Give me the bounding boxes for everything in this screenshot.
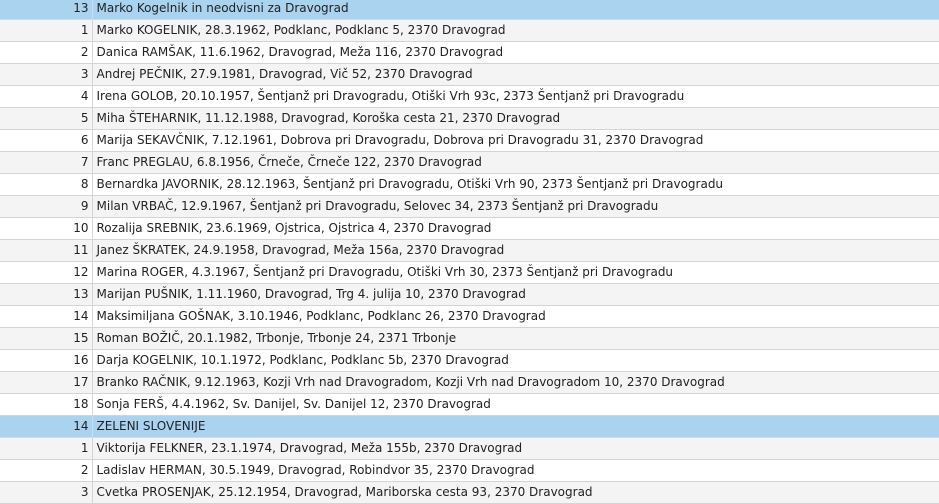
candidate-number: 1 <box>0 437 93 460</box>
table-row: 5 Miha ŠTEHARNIK, 11.12.1988, Dravograd, … <box>0 107 939 130</box>
candidate-details: Milan VRBAČ, 12.9.1967, Šentjanž pri Dra… <box>92 195 939 218</box>
candidate-details: Danica RAMŠAK, 11.6.1962, Dravograd, Mež… <box>92 41 939 64</box>
list-number: 13 <box>0 0 93 20</box>
table-row: 3 Andrej PEČNIK, 27.9.1981, Dravograd, Vi… <box>0 63 939 86</box>
candidate-number: 17 <box>0 371 93 394</box>
table-row: 7 Franc PREGLAU, 6.8.1956, Črneče, Črneče… <box>0 151 939 174</box>
candidate-details: Marija SEKAVČNIK, 7.12.1961, Dobrova pri… <box>92 129 939 152</box>
table-row: 18 Sonja FERŠ, 4.4.1962, Sv. Danijel, Sv.… <box>0 393 939 416</box>
list-name: Marko Kogelnik in neodvisni za Dravograd <box>92 0 939 20</box>
table-row: 4 Irena GOLOB, 20.10.1957, Šentjanž pri D… <box>0 85 939 108</box>
candidate-details: Janez ŠKRATEK, 24.9.1958, Dravograd, Mež… <box>92 239 939 262</box>
table-row: 2 Danica RAMŠAK, 11.6.1962, Dravograd, Me… <box>0 41 939 64</box>
candidate-details: Roman BOŽIČ, 20.1.1982, Trbonje, Trbonje… <box>92 327 939 350</box>
candidate-details: Darja KOGELNIK, 10.1.1972, Podklanc, Pod… <box>92 349 939 372</box>
candidate-number: 12 <box>0 261 93 284</box>
candidate-number: 13 <box>0 283 93 306</box>
candidate-number: 4 <box>0 85 93 108</box>
table-row: 3 Cvetka PROSENJAK, 25.12.1954, Dravograd… <box>0 481 939 504</box>
table-row: 16 Darja KOGELNIK, 10.1.1972, Podklanc, P… <box>0 349 939 372</box>
candidate-details: Marina ROGER, 4.3.1967, Šentjanž pri Dra… <box>92 261 939 284</box>
candidate-details: Bernardka JAVORNIK, 28.12.1963, Šentjanž… <box>92 173 939 196</box>
candidate-number: 9 <box>0 195 93 218</box>
candidate-details: Viktorija FELKNER, 23.1.1974, Dravograd,… <box>92 437 939 460</box>
candidate-number: 3 <box>0 63 93 86</box>
table-row: 15 Roman BOŽIČ, 20.1.1982, Trbonje, Trbon… <box>0 327 939 350</box>
table-row: 14 Maksimiljana GOŠNAK, 3.10.1946, Podkla… <box>0 305 939 328</box>
candidate-number: 14 <box>0 305 93 328</box>
table-row: 11 Janez ŠKRATEK, 24.9.1958, Dravograd, M… <box>0 239 939 262</box>
candidate-number: 2 <box>0 459 93 482</box>
table-row: 9 Milan VRBAČ, 12.9.1967, Šentjanž pri Dr… <box>0 195 939 218</box>
table-row: 6 Marija SEKAVČNIK, 7.12.1961, Dobrova pr… <box>0 129 939 152</box>
candidate-details: Ladislav HERMAN, 30.5.1949, Dravograd, R… <box>92 459 939 482</box>
table-row: 17 Branko RAČNIK, 9.12.1963, Kozji Vrh na… <box>0 371 939 394</box>
list-name: ZELENI SLOVENIJE <box>92 415 939 438</box>
candidate-details: Marko KOGELNIK, 28.3.1962, Podklanc, Pod… <box>92 19 939 42</box>
candidate-number: 3 <box>0 481 93 504</box>
candidate-details: Maksimiljana GOŠNAK, 3.10.1946, Podklanc… <box>92 305 939 328</box>
candidate-number: 18 <box>0 393 93 416</box>
table-row: 12 Marina ROGER, 4.3.1967, Šentjanž pri D… <box>0 261 939 284</box>
candidate-number: 8 <box>0 173 93 196</box>
candidate-details: Branko RAČNIK, 9.12.1963, Kozji Vrh nad … <box>92 371 939 394</box>
candidate-details: Sonja FERŠ, 4.4.1962, Sv. Danijel, Sv. D… <box>92 393 939 416</box>
table-row: 2 Ladislav HERMAN, 30.5.1949, Dravograd, … <box>0 459 939 482</box>
list-number: 14 <box>0 415 93 438</box>
list-group-header: 14 ZELENI SLOVENIJE <box>0 415 939 438</box>
candidate-details: Marijan PUŠNIK, 1.11.1960, Dravograd, Tr… <box>92 283 939 306</box>
candidate-details: Andrej PEČNIK, 27.9.1981, Dravograd, Vič… <box>92 63 939 86</box>
candidate-list-table: 13 Marko Kogelnik in neodvisni za Dravogr… <box>0 0 939 504</box>
candidate-details: Cvetka PROSENJAK, 25.12.1954, Dravograd,… <box>92 481 939 504</box>
candidate-list-body: 13 Marko Kogelnik in neodvisni za Dravogr… <box>0 0 939 504</box>
table-row: 1 Marko KOGELNIK, 28.3.1962, Podklanc, Po… <box>0 19 939 42</box>
candidate-number: 16 <box>0 349 93 372</box>
candidate-details: Irena GOLOB, 20.10.1957, Šentjanž pri Dr… <box>92 85 939 108</box>
candidate-number: 7 <box>0 151 93 174</box>
candidate-number: 6 <box>0 129 93 152</box>
table-row: 10 Rozalija SREBNIK, 23.6.1969, Ojstrica,… <box>0 217 939 240</box>
candidate-number: 10 <box>0 217 93 240</box>
candidate-number: 5 <box>0 107 93 130</box>
candidate-number: 2 <box>0 41 93 64</box>
candidate-details: Miha ŠTEHARNIK, 11.12.1988, Dravograd, K… <box>92 107 939 130</box>
table-row: 13 Marijan PUŠNIK, 1.11.1960, Dravograd, … <box>0 283 939 306</box>
table-row: 1 Viktorija FELKNER, 23.1.1974, Dravograd… <box>0 437 939 460</box>
candidate-number: 11 <box>0 239 93 262</box>
table-row: 8 Bernardka JAVORNIK, 28.12.1963, Šentjan… <box>0 173 939 196</box>
candidate-number: 1 <box>0 19 93 42</box>
candidate-details: Franc PREGLAU, 6.8.1956, Črneče, Črneče … <box>92 151 939 174</box>
candidate-details: Rozalija SREBNIK, 23.6.1969, Ojstrica, O… <box>92 217 939 240</box>
candidate-number: 15 <box>0 327 93 350</box>
list-group-header: 13 Marko Kogelnik in neodvisni za Dravogr… <box>0 0 939 20</box>
